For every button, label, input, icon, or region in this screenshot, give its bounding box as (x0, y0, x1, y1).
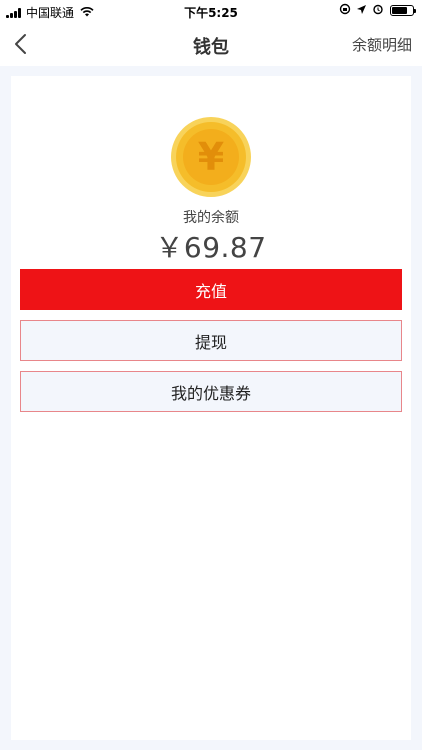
status-bar: 中国联通 下午5:25 (0, 0, 422, 22)
coin-symbol: ¥ (198, 135, 224, 179)
withdraw-button[interactable]: 提现 (20, 320, 402, 361)
nav-bar: 钱包 余额明细 (0, 22, 422, 66)
balance-amount: ￥69.87 (155, 231, 267, 264)
location-icon (356, 4, 367, 18)
recharge-button[interactable]: 充值 (20, 269, 402, 310)
status-right (334, 3, 416, 18)
balance-details-link[interactable]: 余额明细 (352, 34, 412, 55)
wallet-card: ¥ 我的余额 ￥69.87 充值 提现 我的优惠券 (11, 76, 411, 740)
balance-label: 我的余额 (183, 210, 239, 226)
rotation-lock-icon (339, 3, 351, 18)
coin-icon: ¥ (170, 116, 252, 198)
coupons-button[interactable]: 我的优惠券 (20, 371, 402, 412)
battery-icon (390, 5, 416, 16)
alarm-icon (372, 3, 384, 18)
